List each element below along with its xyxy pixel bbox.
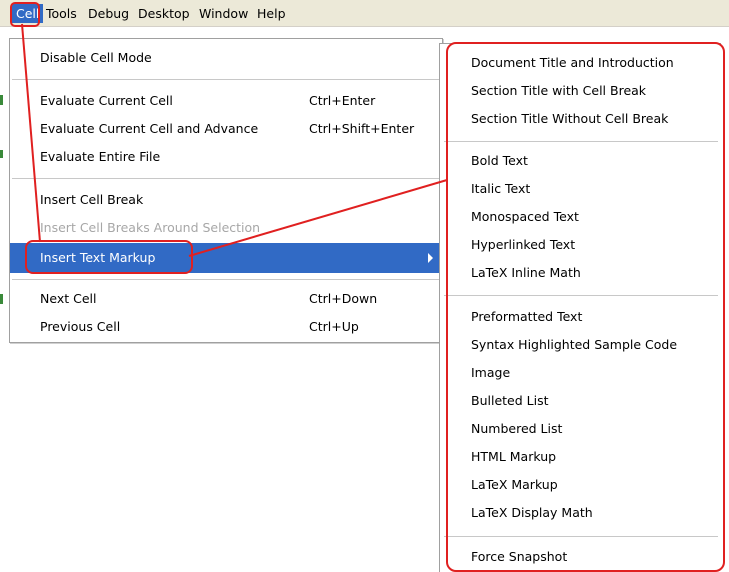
menu-item-insert-cell-break[interactable]: Insert Cell Break: [10, 187, 442, 213]
submenu-item-latex-markup[interactable]: LaTeX Markup: [440, 472, 721, 498]
menu-separator: [12, 178, 440, 179]
menu-item-label: Insert Cell Break: [40, 192, 144, 207]
submenu-item-label: Preformatted Text: [471, 309, 583, 324]
menu-tools[interactable]: Tools: [42, 5, 81, 22]
menu-item-label: Disable Cell Mode: [40, 50, 152, 65]
submenu-item-label: Syntax Highlighted Sample Code: [471, 337, 678, 352]
submenu-item-numbered-list[interactable]: Numbered List: [440, 416, 721, 442]
submenu-item-label: HTML Markup: [471, 449, 557, 464]
submenu-item-latex-inline-math[interactable]: LaTeX Inline Math: [440, 260, 721, 286]
menu-item-shortcut: Ctrl+Up: [309, 319, 359, 334]
chevron-right-icon: [428, 253, 433, 263]
menu-item-label: Previous Cell: [40, 319, 121, 334]
menu-item-evaluate-current-cell[interactable]: Evaluate Current Cell Ctrl+Enter: [10, 88, 442, 114]
submenu-item-section-title-without-break[interactable]: Section Title Without Cell Break: [440, 106, 721, 132]
menu-item-evaluate-and-advance[interactable]: Evaluate Current Cell and Advance Ctrl+S…: [10, 116, 442, 142]
submenu-item-preformatted-text[interactable]: Preformatted Text: [440, 304, 721, 330]
submenu-item-label: LaTeX Markup: [471, 477, 558, 492]
menu-item-label: Evaluate Current Cell and Advance: [40, 121, 259, 136]
submenu-item-label: Section Title Without Cell Break: [471, 111, 669, 126]
menu-item-insert-cell-breaks-around-selection: Insert Cell Breaks Around Selection: [10, 215, 442, 241]
submenu-item-label: Monospaced Text: [471, 209, 579, 224]
submenu-item-italic-text[interactable]: Italic Text: [440, 176, 721, 202]
menu-item-label: Insert Text Markup: [40, 250, 156, 265]
menu-item-disable-cell-mode[interactable]: Disable Cell Mode: [10, 45, 442, 71]
submenu-item-hyperlinked-text[interactable]: Hyperlinked Text: [440, 232, 721, 258]
cell-menu-dropdown: Disable Cell Mode Evaluate Current Cell …: [9, 38, 443, 343]
menu-item-shortcut: Ctrl+Shift+Enter: [309, 121, 415, 136]
background-window-edge: [0, 150, 3, 158]
menu-item-label: Evaluate Entire File: [40, 149, 161, 164]
submenu-item-force-snapshot[interactable]: Force Snapshot: [440, 544, 721, 570]
menu-item-previous-cell[interactable]: Previous Cell Ctrl+Up: [10, 314, 442, 340]
menu-desktop[interactable]: Desktop: [134, 5, 194, 22]
submenu-item-monospaced-text[interactable]: Monospaced Text: [440, 204, 721, 230]
menu-item-label: Insert Cell Breaks Around Selection: [40, 220, 261, 235]
submenu-item-label: Hyperlinked Text: [471, 237, 576, 252]
submenu-item-section-title-with-break[interactable]: Section Title with Cell Break: [440, 78, 721, 104]
submenu-item-bulleted-list[interactable]: Bulleted List: [440, 388, 721, 414]
submenu-item-label: Section Title with Cell Break: [471, 83, 647, 98]
submenu-item-label: Italic Text: [471, 181, 531, 196]
submenu-item-label: Document Title and Introduction: [471, 55, 674, 70]
menu-cell[interactable]: Cell: [12, 4, 44, 23]
menu-item-next-cell[interactable]: Next Cell Ctrl+Down: [10, 286, 442, 312]
menu-item-evaluate-entire-file[interactable]: Evaluate Entire File: [10, 144, 442, 170]
menu-item-insert-text-markup[interactable]: Insert Text Markup: [10, 243, 442, 273]
submenu-item-label: Force Snapshot: [471, 549, 568, 564]
submenu-item-latex-display-math[interactable]: LaTeX Display Math: [440, 500, 721, 526]
submenu-item-label: Numbered List: [471, 421, 563, 436]
menu-separator: [444, 295, 718, 296]
submenu-item-label: Bulleted List: [471, 393, 549, 408]
submenu-item-label: Image: [471, 365, 511, 380]
menu-separator: [12, 79, 440, 80]
menu-item-shortcut: Ctrl+Enter: [309, 93, 376, 108]
menu-separator: [444, 536, 718, 537]
submenu-item-document-title[interactable]: Document Title and Introduction: [440, 50, 721, 76]
submenu-item-label: LaTeX Display Math: [471, 505, 593, 520]
menu-separator: [444, 141, 718, 142]
menu-window[interactable]: Window: [195, 5, 252, 22]
menu-separator: [12, 279, 440, 280]
menu-item-label: Evaluate Current Cell: [40, 93, 173, 108]
menu-help[interactable]: Help: [253, 5, 290, 22]
background-window-edge: [0, 294, 3, 304]
submenu-item-label: Bold Text: [471, 153, 528, 168]
menu-debug[interactable]: Debug: [84, 5, 133, 22]
background-window-edge: [0, 95, 3, 105]
submenu-item-bold-text[interactable]: Bold Text: [440, 148, 721, 174]
submenu-item-syntax-highlighted-code[interactable]: Syntax Highlighted Sample Code: [440, 332, 721, 358]
submenu-item-html-markup[interactable]: HTML Markup: [440, 444, 721, 470]
submenu-item-image[interactable]: Image: [440, 360, 721, 386]
menu-item-shortcut: Ctrl+Down: [309, 291, 378, 306]
menu-bar: Cell Tools Debug Desktop Window Help: [0, 0, 729, 27]
menu-item-label: Next Cell: [40, 291, 97, 306]
insert-text-markup-submenu: Document Title and Introduction Section …: [439, 43, 721, 572]
submenu-item-label: LaTeX Inline Math: [471, 265, 581, 280]
